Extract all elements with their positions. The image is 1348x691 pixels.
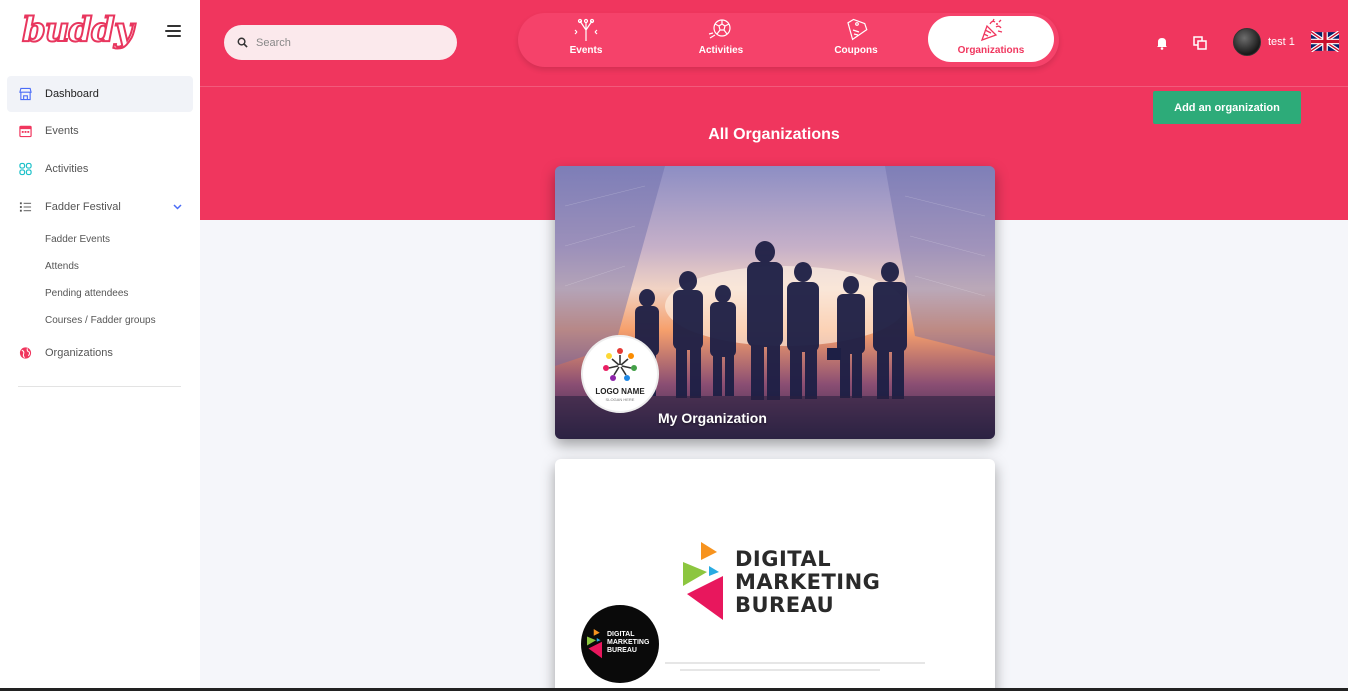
- fireworks-icon: [574, 18, 598, 41]
- page-title: All Organizations: [708, 126, 840, 143]
- sidebar-item-label: Dashboard: [45, 88, 99, 100]
- sidebar-subitem-attends[interactable]: Attends: [0, 253, 200, 280]
- triangles-logo-icon: [683, 542, 723, 620]
- tab-label: Coupons: [834, 45, 878, 56]
- sidebar-item-label: Events: [45, 125, 79, 137]
- logo-name-text: LOGO NAME: [595, 387, 645, 396]
- tab-label: Organizations: [957, 45, 1025, 56]
- chevron-down-icon[interactable]: [173, 204, 182, 210]
- sidebar-nav: Dashboard Events Activities Fadder Festi…: [0, 76, 200, 372]
- organization-card[interactable]: DIGITAL MARKETING BUREAU DIGITAL MARKETI…: [555, 459, 995, 691]
- organization-logo: DIGITAL MARKETING BUREAU: [581, 605, 659, 683]
- add-organization-button[interactable]: Add an organization: [1153, 91, 1301, 124]
- sidebar-item-label: Activities: [45, 163, 89, 175]
- tab-organizations[interactable]: Organizations: [928, 16, 1054, 62]
- menu-toggle-icon[interactable]: [165, 25, 181, 37]
- top-tab-bar: Events Activities Coupons Organizations: [518, 13, 1059, 67]
- blurred-caption: [665, 662, 925, 664]
- sidebar-subitem-pending-attendees[interactable]: Pending attendees: [0, 280, 200, 307]
- sidebar-item-label: Organizations: [45, 347, 113, 359]
- ball-icon: [708, 19, 731, 39]
- organization-logo: LOGO NAME SLOGAN HERE: [581, 335, 659, 413]
- coupon-icon: [847, 18, 868, 41]
- calendar-icon: [19, 125, 32, 138]
- header-divider: [200, 86, 1348, 87]
- store-icon: [19, 87, 32, 101]
- search-placeholder: Search: [256, 36, 291, 49]
- triangles-logo-icon: [587, 629, 602, 659]
- bell-icon[interactable]: [1155, 36, 1169, 50]
- search-input[interactable]: Search: [224, 25, 457, 60]
- logo-banner-text: DIGITAL MARKETING BUREAU: [607, 631, 650, 654]
- uk-flag-icon[interactable]: [1311, 31, 1339, 52]
- search-icon: [237, 37, 248, 48]
- buddy-logo[interactable]: buddy: [21, 9, 135, 51]
- sidebar-item-label: Fadder Festival: [45, 201, 121, 213]
- sidebar-item-events[interactable]: Events: [0, 112, 200, 150]
- tab-activities[interactable]: Activities: [658, 16, 784, 62]
- tab-events[interactable]: Events: [523, 16, 649, 62]
- avatar[interactable]: [1233, 28, 1261, 56]
- banner-text: DIGITAL MARKETING BUREAU: [735, 547, 881, 617]
- sidebar-subitem-courses[interactable]: Courses / Fadder groups: [0, 307, 200, 334]
- grid-icon: [19, 162, 32, 176]
- tab-label: Activities: [698, 45, 744, 56]
- party-popper-icon: [980, 18, 1003, 42]
- organization-name: My Organization: [658, 410, 767, 426]
- sidebar-divider: [18, 386, 181, 387]
- tab-label: Events: [569, 45, 603, 56]
- sidebar-item-activities[interactable]: Activities: [0, 150, 200, 188]
- logo-slogan-text: SLOGAN HERE: [605, 397, 635, 402]
- sidebar-item-organizations[interactable]: Organizations: [0, 334, 200, 372]
- sidebar: buddy Dashboard Events Activities Fadder…: [0, 0, 200, 691]
- username[interactable]: test 1: [1268, 36, 1295, 48]
- list-icon: [19, 202, 32, 212]
- sidebar-item-fadder-festival[interactable]: Fadder Festival: [0, 188, 200, 226]
- digital-marketing-bureau-banner: DIGITAL MARKETING BUREAU: [683, 542, 893, 622]
- sidebar-subitem-fadder-events[interactable]: Fadder Events: [0, 226, 200, 253]
- globe-icon: [19, 347, 32, 359]
- windows-icon[interactable]: [1193, 36, 1208, 50]
- sidebar-item-dashboard[interactable]: Dashboard: [7, 76, 193, 112]
- people-circle-logo-icon: [603, 348, 637, 381]
- blurred-caption: [680, 669, 880, 671]
- tab-coupons[interactable]: Coupons: [793, 16, 919, 62]
- organization-card[interactable]: LOGO NAME SLOGAN HERE My Organization: [555, 166, 995, 439]
